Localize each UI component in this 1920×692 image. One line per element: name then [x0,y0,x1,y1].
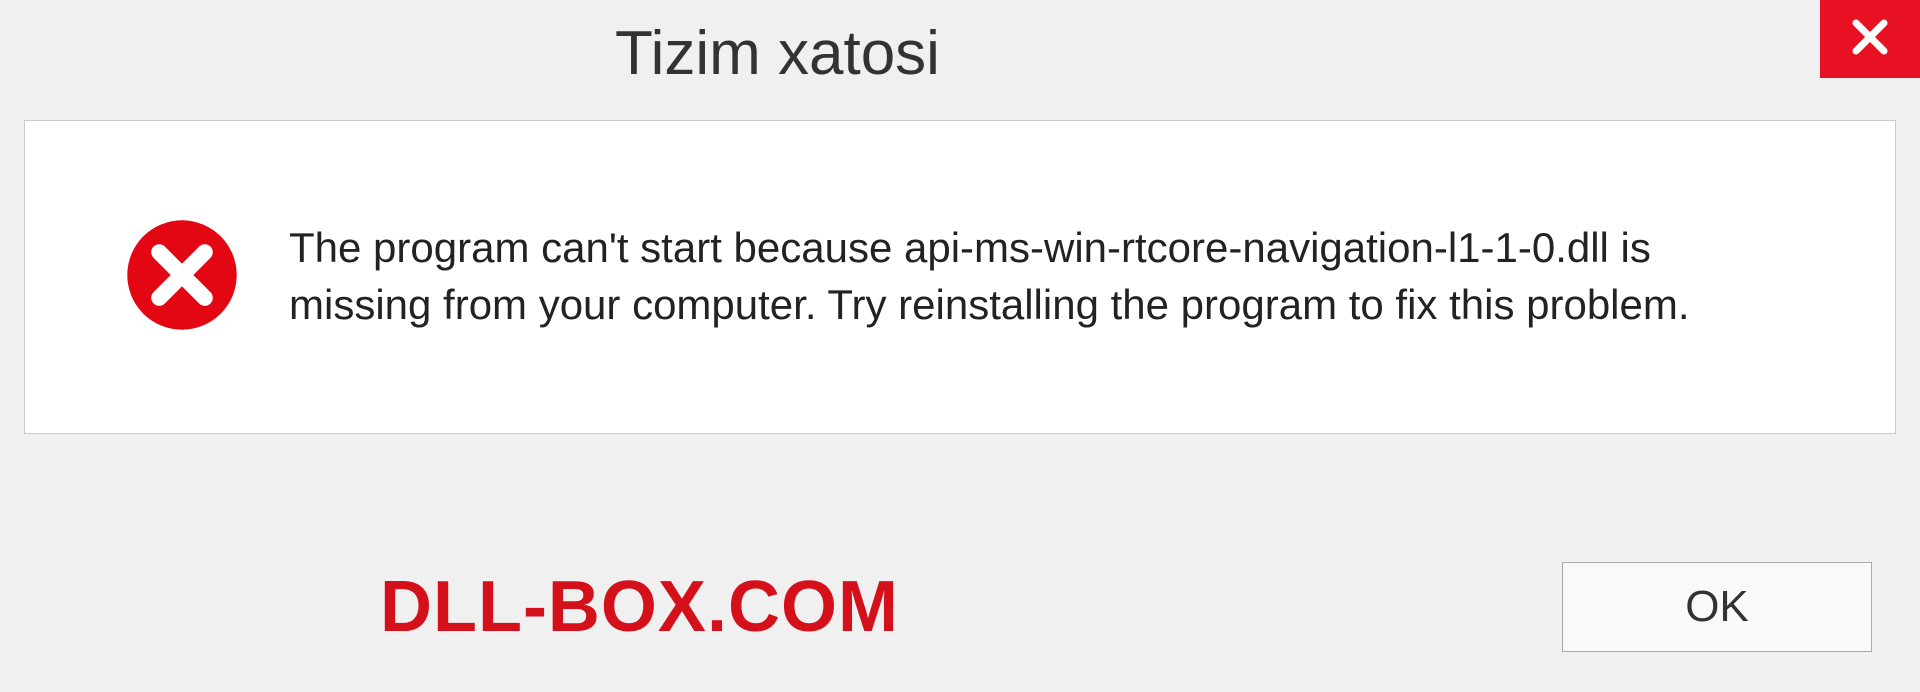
ok-button-label: OK [1685,582,1749,632]
dialog-title: Tizim xatosi [615,18,940,89]
ok-button[interactable]: OK [1562,562,1872,652]
close-button[interactable] [1820,0,1920,78]
error-icon [125,218,239,337]
dialog-footer: DLL-BOX.COM OK [0,562,1920,652]
watermark-text: DLL-BOX.COM [380,566,899,648]
titlebar: Tizim xatosi [0,0,1920,110]
content-panel: The program can't start because api-ms-w… [24,120,1896,434]
error-dialog: Tizim xatosi The program can't start bec… [0,0,1920,692]
close-icon [1846,13,1894,66]
error-message: The program can't start because api-ms-w… [289,220,1789,333]
